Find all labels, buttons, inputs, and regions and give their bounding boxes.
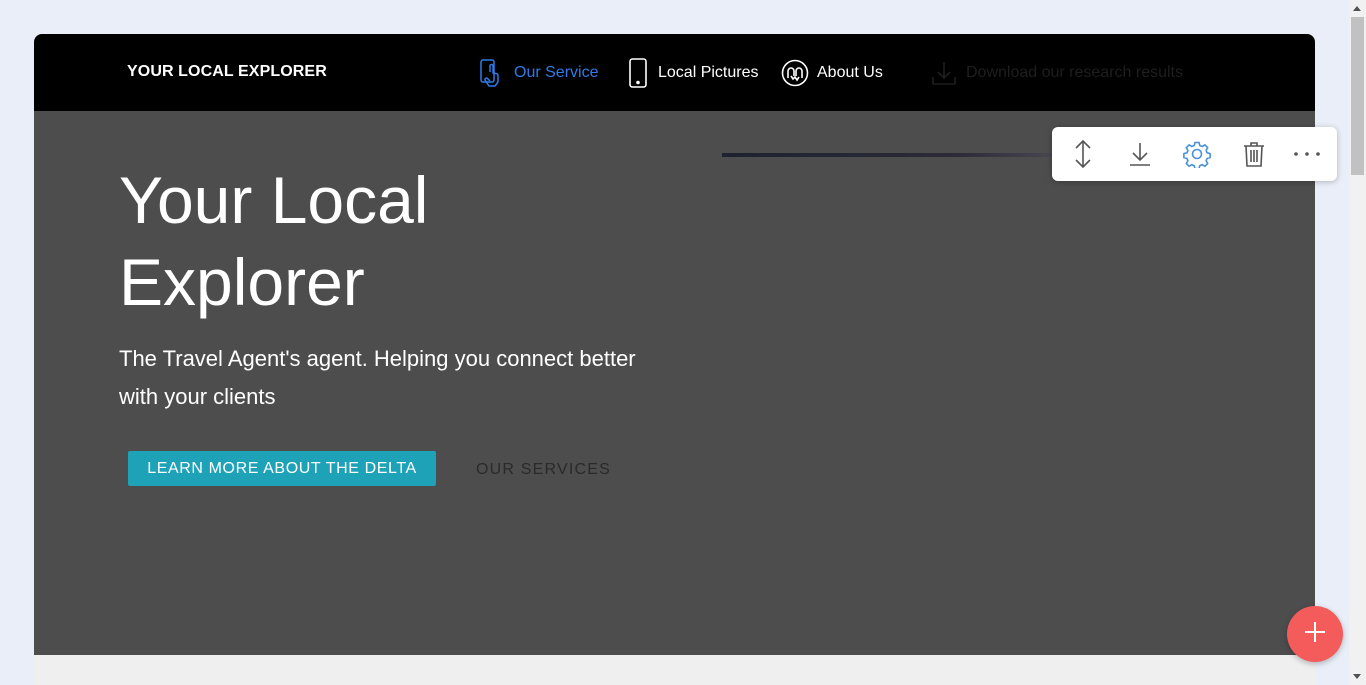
hero-section: Your Local Explorer The Travel Agent's a… xyxy=(34,111,1315,655)
download-icon[interactable] xyxy=(1125,139,1155,169)
nav-download-research[interactable]: Download our research results xyxy=(930,56,1183,90)
settings-icon[interactable] xyxy=(1182,139,1212,169)
brand-logo-text[interactable]: YOUR LOCAL EXPLORER xyxy=(127,63,327,81)
scroll-up-arrow[interactable] xyxy=(1353,6,1361,11)
scroll-down-arrow[interactable] xyxy=(1353,674,1361,679)
scroll-thumb[interactable] xyxy=(1351,17,1364,175)
trash-icon[interactable] xyxy=(1239,139,1269,169)
touch-phone-icon xyxy=(478,58,506,88)
hero-subtitle: The Travel Agent's agent. Helping you co… xyxy=(119,346,636,409)
plus-icon xyxy=(1303,620,1327,649)
nav-download-label: Download our research results xyxy=(966,64,1183,81)
download-icon xyxy=(930,59,958,87)
nav-local-pictures-label: Local Pictures xyxy=(658,64,759,81)
nav-our-service[interactable]: Our Service xyxy=(478,56,598,90)
nav-our-service-label: Our Service xyxy=(514,64,599,81)
smartphone-icon xyxy=(626,57,650,89)
handshake-icon xyxy=(781,59,809,87)
block-toolbar xyxy=(1052,127,1337,181)
resize-vertical-icon[interactable] xyxy=(1068,139,1098,169)
hero-divider-line xyxy=(722,153,1062,157)
learn-more-button[interactable]: LEARN MORE ABOUT THE DELTA xyxy=(128,451,436,486)
nav-local-pictures[interactable]: Local Pictures xyxy=(626,56,759,90)
page-scrollbar[interactable] xyxy=(1349,0,1366,685)
add-block-button[interactable] xyxy=(1287,606,1343,662)
more-icon[interactable] xyxy=(1292,139,1322,169)
hero-title: Your Local Explorer xyxy=(119,163,429,319)
nav-about-us[interactable]: About Us xyxy=(781,56,883,90)
top-navbar: YOUR LOCAL EXPLORER Our Service Local Pi… xyxy=(34,34,1315,111)
our-services-button[interactable]: OUR SERVICES xyxy=(476,461,611,479)
nav-about-us-label: About Us xyxy=(817,64,883,81)
